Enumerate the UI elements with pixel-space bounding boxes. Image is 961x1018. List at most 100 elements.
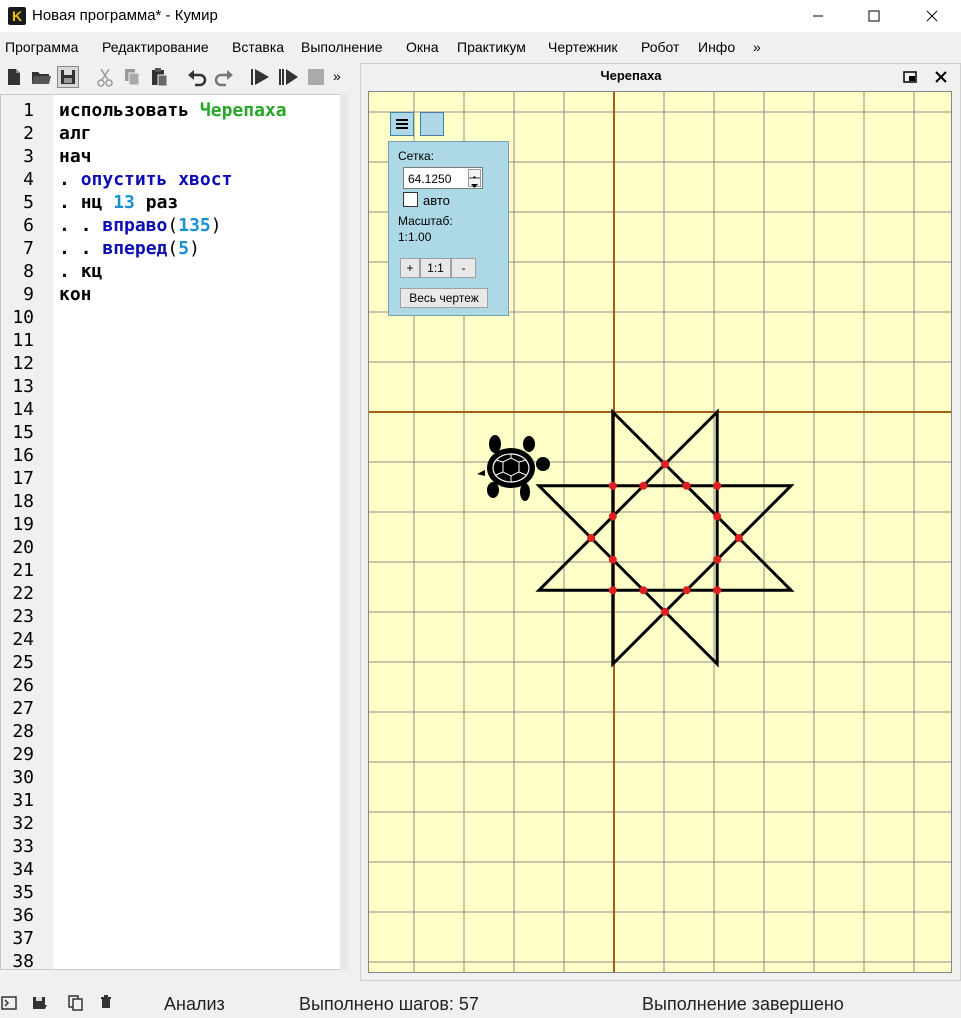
code-line-1[interactable]: использовать Черепаха (59, 99, 287, 122)
minimize-button[interactable] (795, 0, 841, 32)
minimize-icon (813, 15, 823, 17)
code-line-3[interactable]: нач (59, 145, 92, 168)
menu-windows[interactable]: Окна (406, 39, 439, 55)
line-number: 7 (23, 238, 34, 259)
copy-output-icon[interactable] (68, 995, 84, 1011)
fit-all-button[interactable]: Весь чертеж (400, 288, 488, 308)
menu-robot[interactable]: Робот (641, 39, 679, 55)
intersection-dot (713, 481, 722, 490)
redo-icon[interactable] (213, 66, 235, 88)
line-number: 36 (12, 905, 34, 926)
save-output-icon[interactable] (32, 996, 48, 1010)
line-number: 17 (12, 468, 34, 489)
paste-icon[interactable] (148, 66, 170, 88)
turtle-path (535, 408, 795, 668)
spin-up-icon[interactable] (468, 169, 481, 180)
grid-label: Сетка: (398, 149, 434, 163)
zoom-reset-button[interactable]: 1:1 (420, 258, 451, 278)
line-number: 6 (23, 215, 34, 236)
line-number: 12 (12, 353, 34, 374)
line-number: 21 (12, 560, 34, 581)
line-number: 18 (12, 491, 34, 512)
status-steps: Выполнено шагов: 57 (299, 994, 479, 1014)
scale-value: 1:1.00 (398, 230, 432, 244)
code-line-2[interactable]: алг (59, 122, 92, 145)
code-line-6[interactable]: . . вправо(135) (59, 214, 222, 237)
new-file-icon[interactable] (3, 66, 25, 88)
editor-scrollbar[interactable] (340, 94, 348, 970)
line-number: 10 (12, 307, 34, 328)
menu-practicum[interactable]: Практикум (457, 39, 526, 55)
turtle-window-title: Черепаха (600, 68, 662, 83)
undo-icon[interactable] (186, 66, 208, 88)
auto-checkbox[interactable] (403, 192, 418, 207)
copy-icon[interactable] (121, 66, 143, 88)
line-number: 20 (12, 537, 34, 558)
code-line-4[interactable]: . опустить хвост (59, 168, 232, 191)
toolbar-more[interactable]: » (333, 68, 341, 84)
line-number: 1 (23, 100, 34, 121)
intersection-dot (639, 586, 648, 595)
hamburger-icon (396, 119, 408, 129)
line-number: 32 (12, 813, 34, 834)
zoom-out-button[interactable]: - (451, 258, 476, 278)
grid-spinbox[interactable]: 64.1250 (403, 167, 483, 189)
line-number: 29 (12, 744, 34, 765)
menu-info[interactable]: Инфо (698, 39, 735, 55)
code-line-7[interactable]: . . вперед(5) (59, 237, 200, 260)
cut-icon[interactable] (94, 66, 116, 88)
close-panel-icon[interactable] (935, 70, 947, 83)
toolbar: » (0, 63, 352, 93)
line-number: 8 (23, 261, 34, 282)
intersection-dot (587, 534, 596, 542)
color-toggle-button[interactable] (420, 112, 444, 136)
code-line-9[interactable]: кон (59, 283, 92, 306)
line-number: 9 (23, 284, 34, 305)
open-folder-icon[interactable] (30, 66, 52, 88)
float-window-icon[interactable] (903, 70, 917, 83)
intersection-dot (639, 481, 648, 490)
close-icon (926, 10, 938, 22)
menu-program[interactable]: Программа (5, 39, 78, 55)
grid-menu-button[interactable] (390, 112, 414, 136)
code-editor[interactable]: 1 2 3 4 5 6 7 8 9 10 11 12 13 14 15 16 17 18 19 20 21 22 23 24 2… (0, 94, 347, 970)
code-line-8[interactable]: . кц (59, 260, 102, 283)
line-number: 22 (12, 583, 34, 604)
menu-run[interactable]: Выполнение (301, 39, 382, 55)
grid-value[interactable]: 64.1250 (408, 172, 451, 186)
window-title: Новая программа* - Кумир (32, 7, 218, 24)
intersection-dot (661, 460, 669, 469)
menu-more[interactable]: » (753, 39, 761, 55)
line-number: 37 (12, 928, 34, 949)
intersection-dot (682, 481, 691, 490)
menu-edit[interactable]: Редактирование (102, 39, 209, 55)
intersection-dot (734, 534, 743, 542)
maximize-icon (868, 10, 880, 22)
menu-drawer[interactable]: Чертежник (548, 39, 618, 55)
maximize-button[interactable] (851, 0, 897, 32)
run-icon[interactable] (249, 66, 271, 88)
menu-insert[interactable]: Вставка (232, 39, 284, 55)
console-icon[interactable] (1, 996, 17, 1010)
intersection-dot (608, 512, 617, 521)
auto-label: авто (423, 193, 450, 208)
step-icon[interactable] (277, 66, 299, 88)
line-number: 34 (12, 859, 34, 880)
spin-down-icon[interactable] (468, 178, 481, 188)
code-line-5[interactable]: . нц 13 раз (59, 191, 178, 214)
line-number: 27 (12, 698, 34, 719)
intersection-dot (682, 586, 691, 595)
close-button[interactable] (909, 0, 955, 32)
line-number: 5 (23, 192, 34, 213)
intersection-dot (608, 586, 617, 595)
clear-output-icon[interactable] (100, 995, 112, 1009)
status-analysis: Анализ (164, 994, 225, 1014)
zoom-in-button[interactable]: + (400, 258, 420, 278)
line-number: 19 (12, 514, 34, 535)
grid-settings-panel: Сетка: 64.1250 авто Масштаб: 1:1.00 + 1:… (388, 141, 509, 316)
intersection-dot (713, 512, 722, 521)
menu-bar: Программа Редактирование Вставка Выполне… (0, 36, 961, 60)
stop-icon[interactable] (305, 66, 327, 88)
save-icon[interactable] (57, 66, 79, 88)
scale-label: Масштаб: (398, 214, 453, 228)
